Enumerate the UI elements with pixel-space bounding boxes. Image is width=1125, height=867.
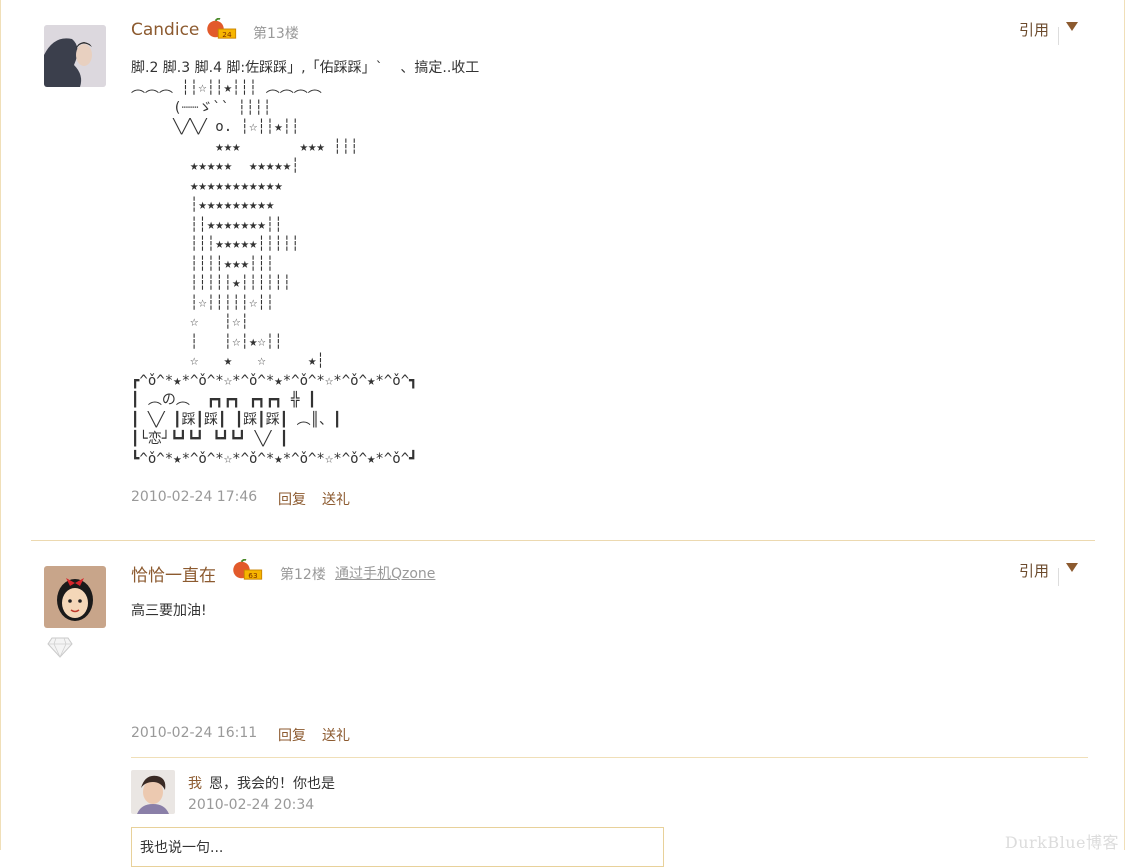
reply-author[interactable]: 我 [188,773,202,793]
comment-input[interactable]: 我也说一句... [131,827,664,867]
apple-level-badge-icon: 63 [233,559,263,580]
reply-button[interactable]: 回复 [278,725,306,745]
avatar[interactable] [44,566,106,628]
reply-text: 恩，我会的！你也是 [209,776,335,792]
post-menu-arrow-icon[interactable] [1066,563,1078,572]
post-content-line: 高三要加油! [131,603,207,619]
gift-button[interactable]: 送礼 [322,489,350,509]
post-floor-13: Candice 24 第13楼 引用 脚.2 脚.3 脚.4 脚:佐踩踩」,「佑… [0,0,1125,540]
reply-avatar[interactable] [131,770,175,814]
avatar-photo-icon [131,770,175,814]
post-divider [31,540,1095,541]
via-mobile-qzone-link[interactable]: 通过手机Qzone [335,563,435,583]
watermark: DurkBlue博客 [1004,833,1119,852]
floor-number: 第13楼 [253,26,299,42]
diamond-vip-icon [47,637,73,658]
gift-button[interactable]: 送礼 [322,725,350,745]
post-time: 2010-02-24 16:11 [131,725,258,741]
post-content-line: 脚.2 脚.3 脚.4 脚:佐踩踩」,「佑踩踩」` 、搞定..收工 [131,60,480,76]
floor-number: 第12楼 [280,567,326,583]
level-number: 63 [248,571,258,580]
avatar-cartoon-girl-icon [44,566,106,628]
reply-button[interactable]: 回复 [278,489,306,509]
avatar-photo-icon [44,25,106,87]
post-author[interactable]: Candice [131,20,199,40]
post-time: 2010-02-24 17:46 [131,489,258,505]
quote-separator [1058,27,1059,45]
post-menu-arrow-icon[interactable] [1066,22,1078,31]
quote-button[interactable]: 引用 [1019,560,1049,581]
reply-time: 2010-02-24 20:34 [188,797,315,813]
avatar[interactable] [44,25,106,87]
post-ascii-art: ︵︵︵ ┆┆☆┆┆★┆┆┆ ︵︵︵︵ (┈┈ゞ`` ┆┆┆┆ ╲╱╲╱ o. ┆… [131,80,418,467]
apple-level-badge-icon: 24 [207,18,237,39]
quote-button[interactable]: 引用 [1019,19,1049,40]
reply-divider [131,757,1088,758]
post-author[interactable]: 恰恰一直在 [131,561,216,586]
quote-separator [1058,568,1059,586]
level-number: 24 [222,30,232,39]
